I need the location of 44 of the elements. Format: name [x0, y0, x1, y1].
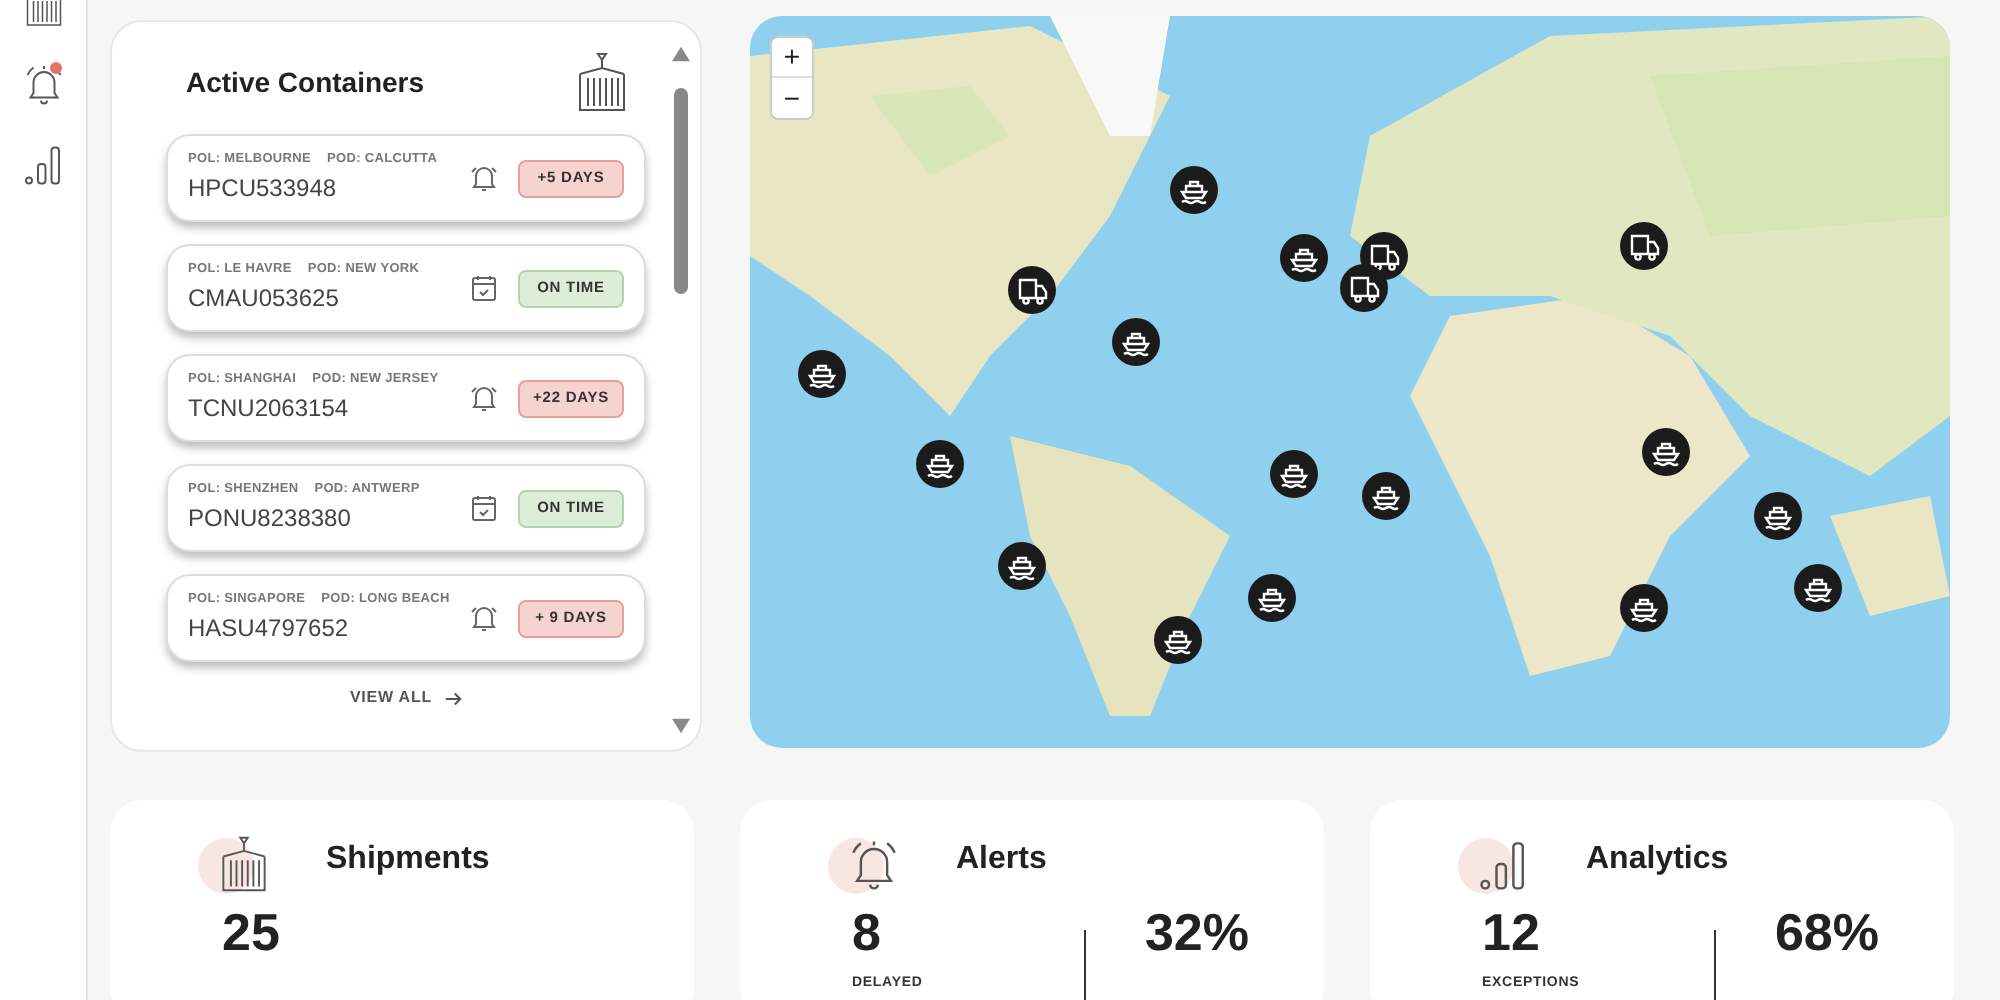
zoom-out-button[interactable]: −: [772, 78, 812, 118]
ship-marker-icon[interactable]: [1154, 616, 1202, 664]
stat-value: 25: [222, 906, 282, 958]
ship-marker-icon[interactable]: [798, 350, 846, 398]
scrollbar-thumb[interactable]: [673, 88, 687, 294]
ship-marker-icon[interactable]: [1112, 318, 1160, 366]
card-title: Shipments: [326, 840, 490, 880]
card-title: Alerts: [956, 840, 1047, 880]
ship-marker-icon[interactable]: [1170, 166, 1218, 214]
ship-marker-icon[interactable]: [1362, 472, 1410, 520]
ship-marker-icon[interactable]: [1280, 234, 1328, 282]
scroll-up-arrow-icon[interactable]: [671, 46, 689, 62]
ship-marker-icon[interactable]: [1754, 491, 1802, 540]
card-title: Analytics: [1586, 840, 1729, 880]
ship-marker-icon[interactable]: [916, 440, 964, 488]
container-number: PONU8238380: [188, 502, 353, 537]
stat-value: 32%: [1144, 906, 1251, 958]
scroll-down-arrow-icon[interactable]: [671, 718, 689, 734]
calendar-icon: [468, 492, 500, 524]
stat-value: 8: [852, 906, 883, 958]
bell-icon: [468, 162, 500, 194]
ship-marker-icon[interactable]: [998, 542, 1046, 590]
bell-icon: [468, 382, 500, 414]
stat-value: 68%: [1774, 906, 1881, 958]
truck-marker-icon[interactable]: [1340, 264, 1388, 312]
zoom-in-button[interactable]: +: [772, 38, 812, 78]
stat-value: 12: [1482, 906, 1542, 958]
ship-marker-icon[interactable]: [1642, 428, 1690, 476]
ship-marker-icon[interactable]: [1620, 583, 1668, 632]
container-number: CMAU053625: [188, 282, 341, 317]
calendar-icon: [468, 272, 500, 304]
container-number: HASU4797652: [188, 612, 351, 647]
ship-marker-icon[interactable]: [1794, 564, 1842, 612]
container-number: TCNU2063154: [188, 392, 351, 427]
container-number: HPCU533948: [188, 172, 339, 207]
view-all-link[interactable]: VIEW ALL: [349, 686, 463, 710]
truck-marker-icon[interactable]: [1008, 266, 1056, 314]
bell-icon: [468, 602, 500, 634]
ship-marker-icon[interactable]: [1270, 450, 1318, 498]
panel-title: Active Containers: [186, 63, 425, 101]
world-map[interactable]: + −: [750, 16, 1950, 748]
arrow-right-icon: [444, 689, 463, 707]
truck-marker-icon[interactable]: [1620, 222, 1668, 270]
ship-marker-icon[interactable]: [1248, 573, 1296, 622]
